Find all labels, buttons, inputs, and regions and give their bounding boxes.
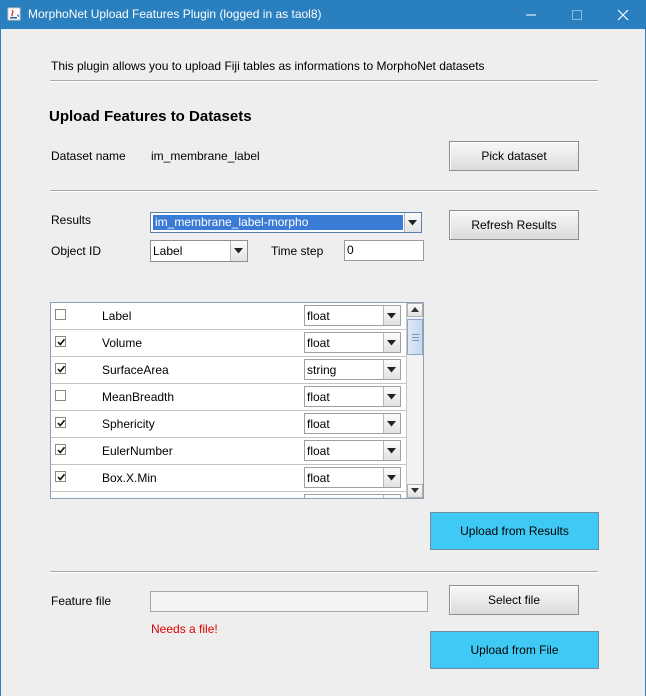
row-checkbox[interactable] xyxy=(55,498,66,499)
table-row[interactable]: Sphericity float xyxy=(51,411,406,438)
row-checkbox[interactable] xyxy=(55,417,66,428)
chevron-down-icon xyxy=(230,241,247,261)
features-table: Label float Volume float SurfaceArea string Me… xyxy=(50,302,424,499)
feature-type-select[interactable]: float xyxy=(304,332,401,353)
java-app-icon xyxy=(7,7,21,21)
results-label: Results xyxy=(51,213,92,227)
object-id-label: Object ID xyxy=(51,244,102,258)
feature-name: EulerNumber xyxy=(102,444,173,458)
chevron-down-icon xyxy=(383,441,400,460)
upload-from-results-button[interactable]: Upload from Results xyxy=(430,512,599,550)
feature-name: Sphericity xyxy=(102,417,155,431)
upload-from-file-button[interactable]: Upload from File xyxy=(430,631,599,669)
divider xyxy=(50,571,598,573)
chevron-down-icon xyxy=(404,213,421,232)
chevron-down-icon xyxy=(383,360,400,379)
minimize-icon[interactable] xyxy=(508,0,554,29)
row-checkbox[interactable] xyxy=(55,363,66,374)
table-row[interactable]: MeanBreadth float xyxy=(51,384,406,411)
window-title: MorphoNet Upload Features Plugin (logged… xyxy=(28,7,322,21)
maximize-icon[interactable] xyxy=(554,0,600,29)
chevron-down-icon xyxy=(383,468,400,487)
feature-name: SurfaceArea xyxy=(102,363,169,377)
table-row[interactable]: SurfaceArea string xyxy=(51,357,406,384)
chevron-down-icon xyxy=(383,306,400,325)
checkmark-icon xyxy=(57,473,66,481)
feature-type-select[interactable]: float xyxy=(304,467,401,488)
checkmark-icon xyxy=(57,365,66,373)
table-scrollbar[interactable] xyxy=(406,303,423,498)
feature-name: MeanBreadth xyxy=(102,390,175,404)
divider xyxy=(50,80,598,82)
divider xyxy=(50,190,598,192)
feature-type-select[interactable]: string xyxy=(304,359,401,380)
checkmark-icon xyxy=(57,338,66,346)
feature-type-select[interactable]: float xyxy=(304,305,401,326)
chevron-down-icon xyxy=(383,333,400,352)
table-row[interactable]: EulerNumber float xyxy=(51,438,406,465)
section-heading: Upload Features to Datasets xyxy=(49,108,252,125)
table-row[interactable]: Volume float xyxy=(51,330,406,357)
file-warning-text: Needs a file! xyxy=(151,622,218,636)
feature-name: Box.X.Min xyxy=(102,471,157,485)
checkmark-icon xyxy=(57,419,66,427)
object-id-select[interactable]: Label xyxy=(150,240,248,262)
time-step-label: Time step xyxy=(271,244,324,258)
pick-dataset-button[interactable]: Pick dataset xyxy=(449,141,579,171)
row-checkbox[interactable] xyxy=(55,444,66,455)
feature-file-label: Feature file xyxy=(51,594,112,608)
table-row[interactable]: Box.X.Max float xyxy=(51,492,406,499)
table-row[interactable]: Label float xyxy=(51,303,406,330)
feature-name: Box.X.Max xyxy=(102,498,160,499)
feature-type-select[interactable]: float xyxy=(304,440,401,461)
select-file-button[interactable]: Select file xyxy=(449,585,579,615)
dataset-name-label: Dataset name xyxy=(51,149,126,163)
table-row[interactable]: Box.X.Min float xyxy=(51,465,406,492)
chevron-down-icon xyxy=(383,414,400,433)
scroll-up-icon[interactable] xyxy=(407,303,423,317)
chevron-down-icon xyxy=(383,495,400,498)
dataset-name-value: im_membrane_label xyxy=(151,149,260,163)
row-checkbox[interactable] xyxy=(55,336,66,347)
features-table-rows: Label float Volume float SurfaceArea string Me… xyxy=(51,303,406,499)
close-icon[interactable] xyxy=(600,0,646,29)
feature-type-select[interactable]: float xyxy=(304,413,401,434)
feature-type-select[interactable]: float xyxy=(304,494,401,498)
checkmark-icon xyxy=(57,446,66,454)
refresh-results-button[interactable]: Refresh Results xyxy=(449,210,579,240)
feature-name: Volume xyxy=(102,336,143,350)
title-bar[interactable]: MorphoNet Upload Features Plugin (logged… xyxy=(0,0,646,29)
feature-type-select[interactable]: float xyxy=(304,386,401,407)
row-checkbox[interactable] xyxy=(55,471,66,482)
scroll-thumb[interactable] xyxy=(407,319,423,355)
plugin-panel: This plugin allows you to upload Fiji ta… xyxy=(1,29,645,696)
intro-text: This plugin allows you to upload Fiji ta… xyxy=(51,59,485,73)
results-select[interactable]: im_membrane_label-morpho xyxy=(150,212,422,233)
row-checkbox[interactable] xyxy=(55,390,66,401)
app-window: MorphoNet Upload Features Plugin (logged… xyxy=(0,0,646,696)
scroll-down-icon[interactable] xyxy=(407,484,423,498)
time-step-input[interactable]: 0 xyxy=(344,240,424,261)
row-checkbox[interactable] xyxy=(55,309,66,320)
chevron-down-icon xyxy=(383,387,400,406)
feature-name: Label xyxy=(102,309,132,323)
feature-file-input[interactable] xyxy=(150,591,428,612)
